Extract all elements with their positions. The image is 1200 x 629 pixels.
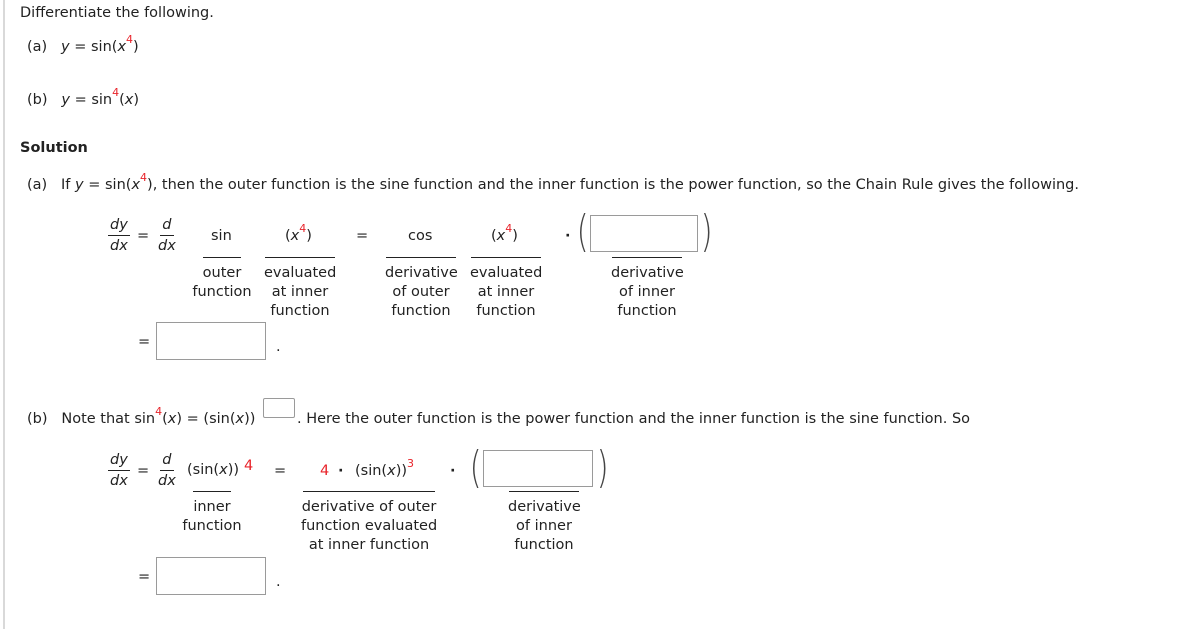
label-derivative-of-inner: derivative of inner function (611, 257, 684, 321)
label-inner-function: inner function (181, 491, 243, 536)
coefficient: 4 (320, 463, 330, 479)
label-derivative-of-outer-evaluated: derivative of outer function evaluated a… (301, 491, 437, 555)
problem-part-b: (b) y = sin4(x) (27, 86, 140, 108)
instruction: Differentiate the following. (20, 5, 214, 21)
period: . (276, 574, 281, 590)
final-answer-input-a[interactable] (156, 322, 266, 360)
dy-dx-fraction: dy dx (108, 452, 130, 489)
label-derivative-of-outer: derivative of outer function (385, 257, 458, 321)
problem-part-a: (a) y = sin(x4) (27, 33, 139, 55)
left-paren: ( (469, 442, 482, 493)
right-paren: ) (596, 442, 609, 493)
multiply-dot: · (565, 228, 571, 244)
outer-expression: (sin(x))3 (355, 457, 415, 479)
inner-expression: (x4) (285, 222, 312, 244)
exponent: 4 (112, 86, 120, 100)
inner-expression: (x4) (491, 222, 518, 244)
equals-sign: = (137, 463, 150, 479)
label-outer-function: outer function (191, 257, 253, 302)
dy-dx-fraction: dy dx (108, 217, 130, 254)
d-dx-operator: d dx (158, 452, 176, 489)
power-exponent: 4 (244, 458, 254, 474)
solution-b-intro-rest: . Here the outer function is the power f… (297, 411, 971, 427)
final-answer-input-b[interactable] (156, 557, 266, 595)
multiply-dot: · (338, 463, 344, 479)
solution-heading: Solution (20, 140, 88, 156)
inner-derivative-input-a[interactable] (590, 215, 698, 252)
equals-sign: = (138, 569, 151, 585)
solution-b-intro-start: (b) Note that sin4(x) = (sin(x)) (27, 405, 256, 427)
exponent-answer-input[interactable] (263, 398, 295, 418)
equals-sign: = (356, 228, 369, 244)
sin-function: sin (211, 228, 232, 244)
inner-derivative-input-b[interactable] (483, 450, 593, 487)
equals-sign: = (138, 334, 151, 350)
right-paren: ) (700, 206, 713, 257)
equals-sign: = (274, 463, 287, 479)
multiply-dot: · (450, 463, 456, 479)
label-derivative-of-inner: derivative of inner function (508, 491, 581, 555)
left-margin-rule (3, 0, 5, 629)
equals-sign: = (137, 228, 150, 244)
exponent: 4 (126, 33, 134, 47)
label-evaluated-at-inner: evaluated at inner function (264, 257, 336, 321)
period: . (276, 339, 281, 355)
inner-expression: (sin(x)) (187, 462, 240, 478)
label-evaluated-at-inner-2: evaluated at inner function (470, 257, 542, 321)
solution-a-intro: (a) If y = sin(x4), then the outer funct… (27, 171, 1079, 193)
d-dx-operator: d dx (158, 217, 176, 254)
cos-function: cos (408, 228, 433, 244)
left-paren: ( (576, 206, 589, 257)
